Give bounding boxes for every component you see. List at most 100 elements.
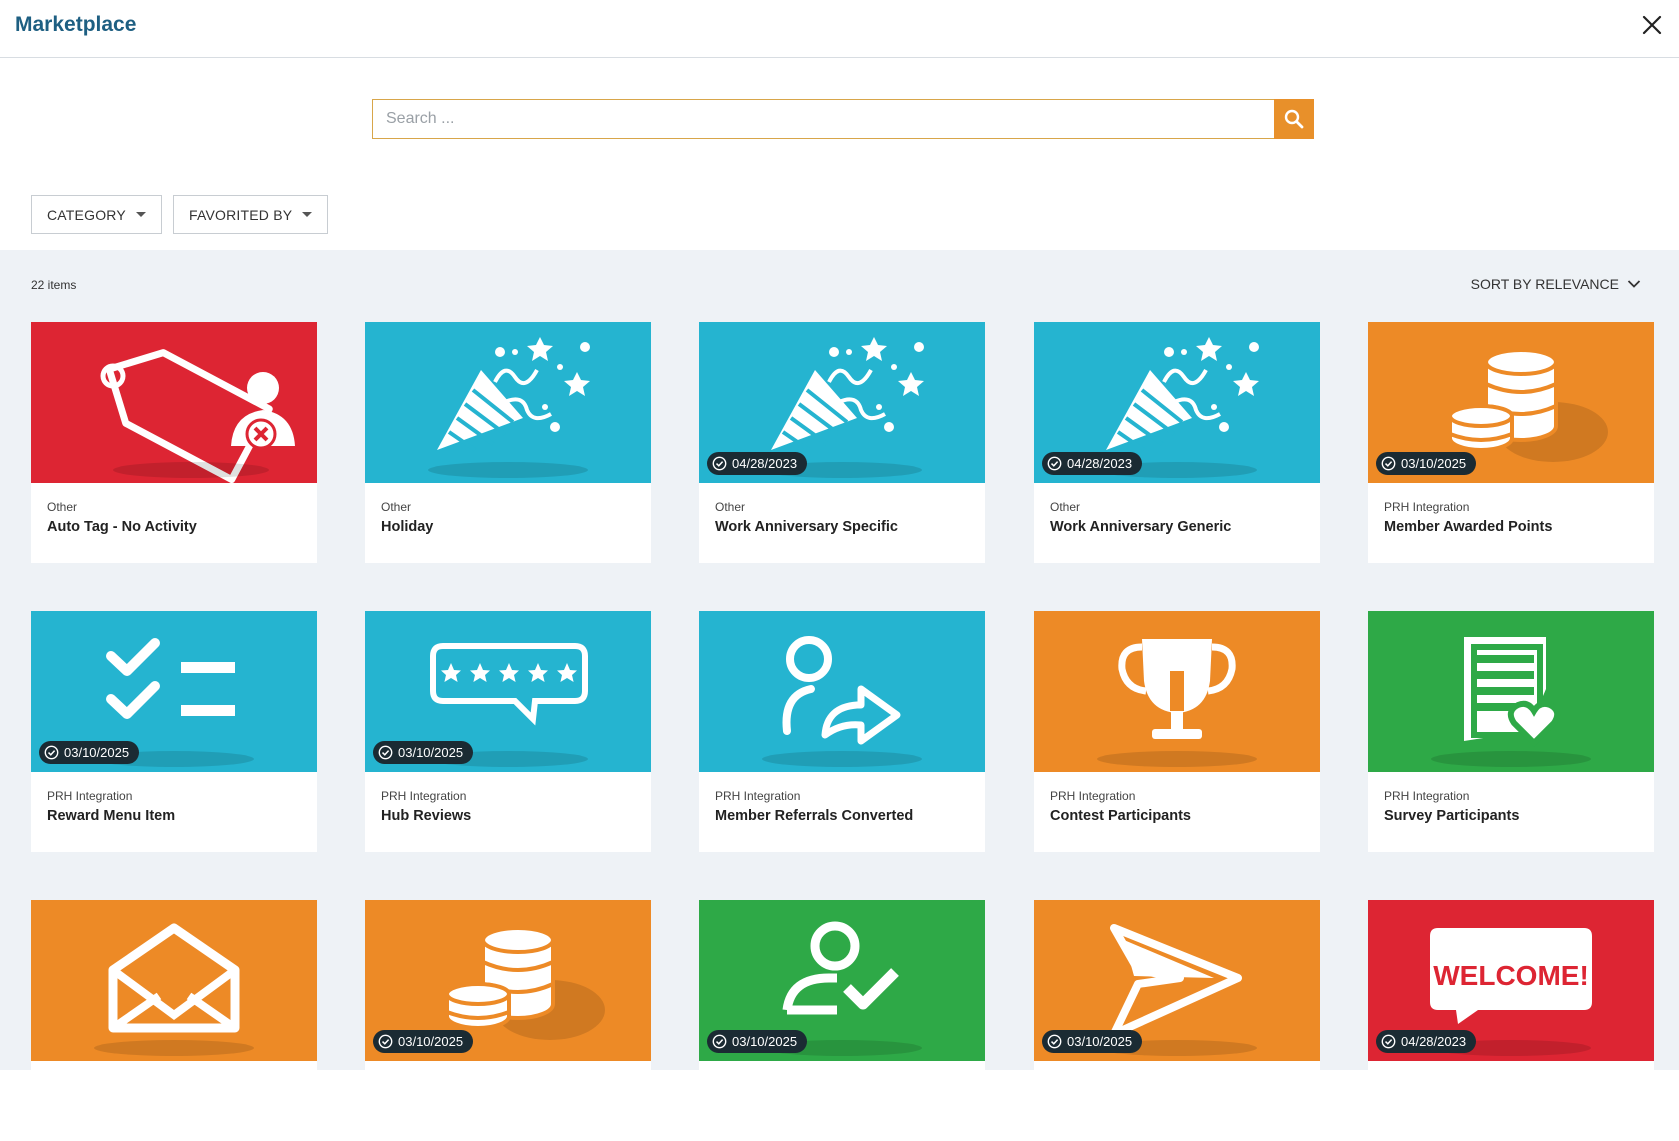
caret-down-icon [302, 212, 313, 217]
card-meta: Other Auto Tag - No Activity [31, 483, 317, 535]
sort-dropdown[interactable]: SORT BY RELEVANCE [1471, 276, 1641, 292]
card-title: Work Anniversary Specific [715, 519, 898, 535]
card-meta: PRH Integration Survey Participants [1368, 772, 1654, 824]
check-circle-icon [378, 1034, 393, 1049]
category-filter[interactable]: CATEGORY [31, 195, 162, 234]
card-meta: PRH Integration Member Referrals Converte… [699, 772, 985, 824]
marketplace-card[interactable]: 03/10/2025 PRH Integration Reward Menu Ite… [31, 611, 317, 852]
marketplace-card[interactable]: 04/28/2023 Other Work Anniversary Generic [1034, 322, 1320, 563]
date-badge: 03/10/2025 [373, 1030, 474, 1053]
check-circle-icon [1047, 1034, 1062, 1049]
marketplace-card[interactable]: 04/28/2023 Other Work Anniversary Specific [699, 322, 985, 563]
sort-label: SORT BY RELEVANCE [1470, 276, 1619, 292]
tag-user-remove-icon [100, 349, 295, 483]
card-category: Other [47, 500, 78, 514]
date-badge-text: 03/10/2025 [1067, 1034, 1133, 1049]
date-badge-text: 03/10/2025 [1401, 456, 1467, 471]
page-title: Marketplace [15, 13, 137, 36]
marketplace-card[interactable]: 03/10/2025 [699, 900, 985, 1141]
marketplace-card[interactable]: PRH Integration Survey Participants [1368, 611, 1654, 852]
card-title: Work Anniversary Generic [1050, 519, 1232, 535]
envelope-icon [94, 923, 254, 1056]
marketplace-card[interactable] [31, 900, 317, 1141]
party-popper-icon [428, 337, 590, 478]
card-meta: Other Work Anniversary Generic [1034, 483, 1320, 535]
card-meta: PRH Integration Contest Participants [1034, 772, 1320, 824]
survey-icon [1431, 637, 1591, 767]
marketplace-card[interactable]: 03/10/2025 PRH Integration Member Awarded … [1368, 322, 1654, 563]
date-badge-text: 03/10/2025 [732, 1034, 798, 1049]
card-title: Member Awarded Points [1384, 519, 1553, 535]
date-badge-text: 03/10/2025 [398, 1034, 464, 1049]
search-input[interactable] [372, 99, 1274, 139]
date-badge: 03/10/2025 [1376, 452, 1477, 475]
marketplace-card[interactable]: 03/10/2025 [365, 900, 651, 1141]
close-icon[interactable] [1641, 14, 1663, 36]
search-icon [1284, 109, 1304, 129]
card-meta: PRH Integration Reward Menu Item [31, 772, 317, 824]
card-thumbnail: 04/28/2023 [1034, 322, 1320, 483]
favorited-filter-label: FAVORITED BY [189, 206, 293, 223]
date-badge-text: 04/28/2023 [732, 456, 798, 471]
marketplace-card[interactable]: WELCOME! 04/28/2023 [1368, 900, 1654, 1141]
card-thumbnail: 03/10/2025 [699, 900, 985, 1061]
date-badge: 03/10/2025 [39, 741, 140, 764]
check-circle-icon [378, 745, 393, 760]
svg-text:WELCOME!: WELCOME! [1433, 960, 1589, 991]
card-thumbnail [1368, 611, 1654, 772]
card-category: PRH Integration [381, 789, 467, 803]
card-thumbnail: WELCOME! 04/28/2023 [1368, 900, 1654, 1061]
card-meta: PRH Integration Member Awarded Points [1368, 483, 1654, 535]
card-title: Member Referrals Converted [715, 808, 914, 824]
caret-down-icon [135, 212, 146, 217]
marketplace-card[interactable]: Other Holiday [365, 322, 651, 563]
date-badge-text: 04/28/2023 [1401, 1034, 1467, 1049]
card-title: Contest Participants [1050, 808, 1191, 824]
trophy-icon [1097, 639, 1257, 767]
card-category: Other [715, 500, 746, 514]
card-category: PRH Integration [1384, 500, 1470, 514]
marketplace-card[interactable]: Other Auto Tag - No Activity [31, 322, 317, 563]
card-thumbnail: 03/10/2025 [31, 611, 317, 772]
date-badge: 03/10/2025 [707, 1030, 808, 1053]
marketplace-header: Marketplace [0, 0, 1679, 58]
card-thumbnail: 03/10/2025 [1034, 900, 1320, 1061]
marketplace-card[interactable]: PRH Integration Member Referrals Converte… [699, 611, 985, 852]
date-badge: 03/10/2025 [1042, 1030, 1143, 1053]
card-thumbnail [31, 322, 317, 483]
check-circle-icon [1381, 1034, 1396, 1049]
card-thumbnail [1034, 611, 1320, 772]
card-category: PRH Integration [1384, 789, 1470, 803]
date-badge: 04/28/2023 [1376, 1030, 1477, 1053]
card-title: Hub Reviews [381, 808, 472, 824]
favorited-by-filter[interactable]: FAVORITED BY [173, 195, 329, 234]
card-category: Other [381, 500, 412, 514]
card-category: Other [1050, 500, 1081, 514]
date-badge-text: 03/10/2025 [398, 745, 464, 760]
card-thumbnail: 04/28/2023 [699, 322, 985, 483]
check-circle-icon [44, 745, 59, 760]
check-circle-icon [712, 1034, 727, 1049]
search-bar [372, 99, 1314, 139]
card-thumbnail [365, 322, 651, 483]
date-badge-text: 04/28/2023 [1067, 456, 1133, 471]
user-share-icon [762, 636, 922, 767]
search-button[interactable] [1274, 99, 1314, 139]
marketplace-card[interactable]: PRH Integration Contest Participants [1034, 611, 1320, 852]
card-category: PRH Integration [1050, 789, 1136, 803]
results-count: 22 items [31, 278, 77, 292]
date-badge: 04/28/2023 [1042, 452, 1143, 475]
chevron-down-icon [1627, 280, 1641, 288]
card-title: Auto Tag - No Activity [47, 519, 197, 535]
card-thumbnail [699, 611, 985, 772]
card-thumbnail: 03/10/2025 [1368, 322, 1654, 483]
card-meta: PRH Integration Hub Reviews [365, 772, 651, 824]
date-badge-text: 03/10/2025 [64, 745, 130, 760]
card-title: Holiday [381, 519, 434, 535]
marketplace-card[interactable]: 03/10/2025 PRH Integration Hub Reviews [365, 611, 651, 852]
marketplace-card[interactable]: 03/10/2025 [1034, 900, 1320, 1141]
category-filter-label: CATEGORY [47, 206, 126, 223]
card-thumbnail: 03/10/2025 [365, 900, 651, 1061]
card-thumbnail [31, 900, 317, 1061]
check-circle-icon [1047, 456, 1062, 471]
